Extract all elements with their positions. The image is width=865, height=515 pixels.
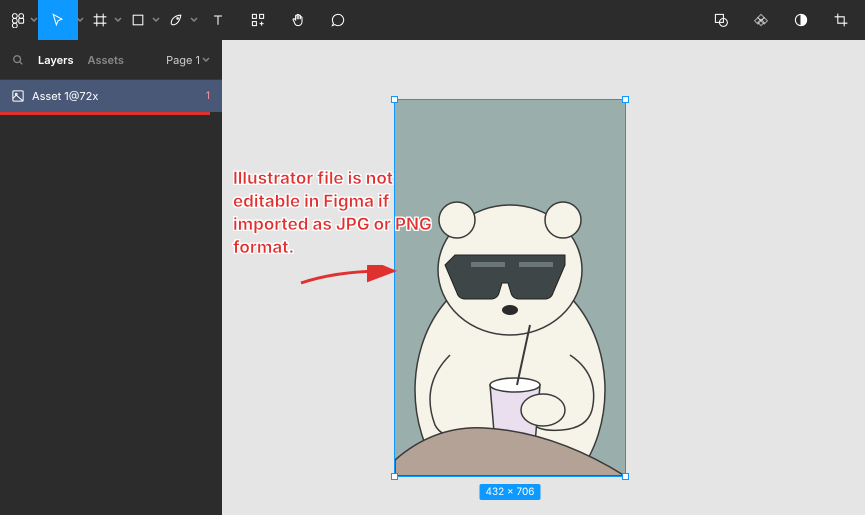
dimensions-badge: 432 × 706 <box>480 484 541 500</box>
crop-button[interactable] <box>821 0 861 40</box>
comment-tool-button[interactable] <box>318 0 358 40</box>
layer-row[interactable]: Asset 1@72x 1 <box>0 80 222 112</box>
annotation-underline <box>0 112 210 115</box>
layer-badge: 1 <box>206 90 210 102</box>
image-icon <box>12 90 24 102</box>
toolbar-left-group <box>4 0 358 40</box>
top-toolbar <box>0 0 865 40</box>
resources-tool-button[interactable] <box>238 0 278 40</box>
frame-tool-button[interactable] <box>84 0 116 40</box>
selection-handle-tr[interactable] <box>622 96 629 103</box>
text-tool-button[interactable] <box>198 0 238 40</box>
chevron-down-icon <box>76 16 84 24</box>
search-icon[interactable] <box>12 54 24 66</box>
chevron-down-icon <box>202 56 210 64</box>
page-selector[interactable]: Page 1 <box>166 53 210 67</box>
main-menu-button[interactable] <box>4 0 32 40</box>
selected-image[interactable]: 432 × 706 <box>395 100 625 476</box>
hand-tool-button[interactable] <box>278 0 318 40</box>
move-tool-button[interactable] <box>38 0 78 40</box>
annotation-arrow <box>299 265 399 295</box>
selection-handle-br[interactable] <box>622 473 629 480</box>
chevron-down-icon <box>152 16 160 24</box>
tab-assets[interactable]: Assets <box>88 53 124 67</box>
chevron-down-icon <box>114 16 122 24</box>
pen-tool-button[interactable] <box>160 0 192 40</box>
boolean-button[interactable] <box>741 0 781 40</box>
selection-handle-tl[interactable] <box>391 96 398 103</box>
layer-name: Asset 1@72x <box>32 89 198 103</box>
selection-outline <box>395 100 625 476</box>
selection-handle-bl[interactable] <box>391 473 398 480</box>
tab-layers[interactable]: Layers <box>38 53 74 67</box>
sidebar-header: Layers Assets Page 1 <box>0 40 222 80</box>
toolbar-right-group <box>701 0 861 40</box>
annotation-text: Illustrator file is not editable in Figm… <box>233 168 443 260</box>
mask-button[interactable] <box>701 0 741 40</box>
page-label: Page 1 <box>166 53 200 67</box>
canvas-area[interactable]: 432 × 706 Illustrator file is not editab… <box>222 40 865 515</box>
contrast-button[interactable] <box>781 0 821 40</box>
chevron-down-icon <box>30 16 38 24</box>
left-sidebar: Layers Assets Page 1 Asset 1@72x 1 <box>0 40 222 515</box>
chevron-down-icon <box>190 16 198 24</box>
shape-tool-button[interactable] <box>122 0 154 40</box>
